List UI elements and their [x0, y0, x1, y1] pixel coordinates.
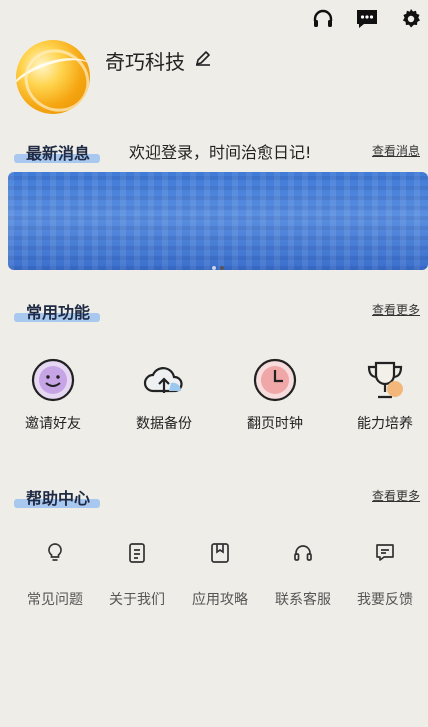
news-message: 欢迎登录，时间治愈日记! — [129, 143, 312, 162]
help-item-feedback[interactable]: 我要反馈 — [344, 541, 426, 609]
help-label: 关于我们 — [109, 592, 165, 608]
feature-label: 邀请好友 — [25, 416, 81, 432]
carousel-indicator — [212, 266, 224, 270]
smiley-icon — [30, 357, 76, 403]
feature-data-backup[interactable]: 数据备份 — [119, 357, 209, 433]
features-more-link[interactable]: 查看更多 — [372, 301, 420, 318]
gear-icon[interactable] — [398, 6, 424, 32]
help-section-title: 帮助中心 — [14, 485, 101, 509]
bookmark-icon — [208, 541, 232, 565]
news-section-title: 最新消息 — [14, 140, 101, 164]
view-messages-link[interactable]: 查看消息 — [372, 142, 420, 159]
help-label: 联系客服 — [275, 592, 331, 608]
feature-label: 能力培养 — [357, 416, 413, 432]
help-item-about-us[interactable]: 关于我们 — [96, 541, 178, 609]
headset-icon[interactable] — [310, 6, 336, 32]
help-label: 我要反馈 — [357, 592, 413, 608]
feature-label: 翻页时钟 — [247, 416, 303, 432]
avatar[interactable] — [16, 40, 90, 114]
help-label: 常见问题 — [27, 592, 83, 608]
feedback-icon — [373, 541, 397, 565]
carousel-dot — [212, 266, 216, 270]
headset-icon — [291, 541, 315, 565]
feature-ability-training[interactable]: 能力培养 — [340, 357, 428, 433]
help-item-faq[interactable]: 常见问题 — [14, 541, 96, 609]
feature-label: 数据备份 — [136, 416, 192, 432]
lightbulb-icon — [43, 541, 67, 565]
chat-icon[interactable] — [354, 6, 380, 32]
banner-carousel[interactable] — [8, 172, 428, 270]
help-more-link[interactable]: 查看更多 — [372, 487, 420, 504]
trophy-icon — [362, 357, 408, 403]
help-item-customer-service[interactable]: 联系客服 — [262, 541, 344, 609]
profile-name-row[interactable]: 奇巧科技 — [105, 46, 213, 75]
features-section-title: 常用功能 — [14, 299, 101, 323]
feature-flip-clock[interactable]: 翻页时钟 — [230, 357, 320, 433]
edit-pencil-icon[interactable] — [193, 48, 213, 73]
header-actions — [310, 6, 424, 32]
cloud-upload-icon — [141, 357, 187, 403]
carousel-dot-active — [220, 266, 224, 270]
help-label: 应用攻略 — [192, 592, 248, 608]
clock-icon — [252, 357, 298, 403]
help-item-app-guide[interactable]: 应用攻略 — [179, 541, 261, 609]
document-icon — [125, 541, 149, 565]
username: 奇巧科技 — [105, 50, 185, 74]
feature-invite-friends[interactable]: 邀请好友 — [8, 357, 98, 433]
